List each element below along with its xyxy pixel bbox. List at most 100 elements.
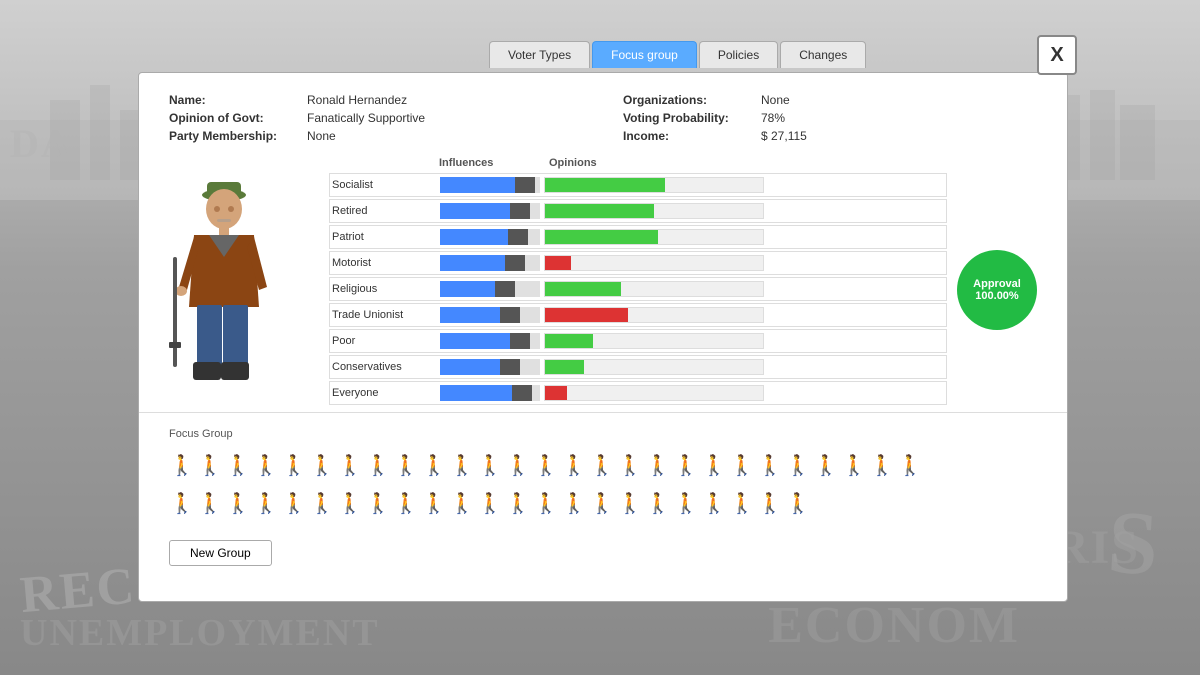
person-figure: 🚶	[169, 486, 195, 522]
person-figure: 🚶	[393, 448, 419, 484]
focus-group-label: Focus Group	[169, 428, 1037, 440]
row-label: Retired	[330, 205, 440, 217]
person-figure: 🚶	[253, 486, 279, 522]
person-figure: 🚶	[869, 448, 895, 484]
approval-label: Approval	[973, 278, 1021, 290]
person-figure: 🚶	[253, 448, 279, 484]
tab-changes[interactable]: Changes	[780, 41, 866, 68]
person-figure: 🚶	[673, 448, 699, 484]
person-figure: 🚶	[169, 448, 195, 484]
person-figure: 🚶	[533, 448, 559, 484]
info-section: Name: Ronald Hernandez Opinion of Govt: …	[139, 73, 1067, 157]
close-button[interactable]: X	[1037, 35, 1077, 75]
tab-policies[interactable]: Policies	[699, 41, 778, 68]
influence-bar	[440, 359, 540, 375]
person-figure: 🚶	[393, 486, 419, 522]
person-figure: 🚶	[505, 486, 531, 522]
person-figure: 🚶	[337, 448, 363, 484]
person-figure: 🚶	[645, 486, 671, 522]
person-figure: 🚶	[617, 448, 643, 484]
row-label: Everyone	[330, 387, 440, 399]
person-figure: 🚶	[813, 448, 839, 484]
col-opinions: Opinions	[549, 157, 659, 169]
influence-bar	[440, 203, 540, 219]
influence-bar	[440, 333, 540, 349]
table-row: Motorist	[329, 251, 947, 275]
character-area	[159, 157, 309, 407]
tab-voter-types[interactable]: Voter Types	[489, 41, 590, 68]
table-section: Influences Opinions Socialist Retired Patr…	[319, 157, 1047, 407]
rows-and-approval: Socialist Retired Patriot Motorist Religious…	[329, 173, 1037, 407]
table-row: Conservatives	[329, 355, 947, 379]
income-value: $ 27,115	[761, 129, 807, 143]
person-figure: 🚶	[197, 448, 223, 484]
org-value: None	[761, 93, 790, 107]
row-label: Conservatives	[330, 361, 440, 373]
person-figure: 🚶	[673, 486, 699, 522]
party-label: Party Membership:	[169, 129, 299, 143]
table-row: Everyone	[329, 381, 947, 405]
row-label: Socialist	[330, 179, 440, 191]
table-headers: Influences Opinions	[329, 157, 1037, 169]
opinion-value: Fanatically Supportive	[307, 111, 425, 125]
opinion-bar	[544, 255, 764, 271]
row-label: Patriot	[330, 231, 440, 243]
opinion-bar	[544, 203, 764, 219]
person-figure: 🚶	[561, 486, 587, 522]
person-figure: 🚶	[757, 448, 783, 484]
voting-value: 78%	[761, 111, 785, 125]
divider	[139, 412, 1067, 413]
person-figure: 🚶	[729, 486, 755, 522]
person-figure: 🚶	[617, 486, 643, 522]
newspaper-unemployment: UNEMPLOYMENT	[20, 611, 380, 655]
person-figure: 🚶	[701, 448, 727, 484]
table-row: Religious	[329, 277, 947, 301]
table-row: Trade Unionist	[329, 303, 947, 327]
rows-container: Socialist Retired Patriot Motorist Religious…	[329, 173, 947, 407]
influence-bar	[440, 281, 540, 297]
influence-bar	[440, 229, 540, 245]
opinion-bar	[544, 229, 764, 245]
person-figure: 🚶	[645, 448, 671, 484]
person-figure: 🚶	[337, 486, 363, 522]
person-figure: 🚶	[505, 448, 531, 484]
person-figure: 🚶	[477, 486, 503, 522]
person-figure: 🚶	[561, 448, 587, 484]
person-figure: 🚶	[365, 448, 391, 484]
row-label: Religious	[330, 283, 440, 295]
table-row: Socialist	[329, 173, 947, 197]
person-figure: 🚶	[309, 448, 335, 484]
person-figure: 🚶	[757, 486, 783, 522]
opinion-bar	[544, 359, 764, 375]
person-figure: 🚶	[841, 448, 867, 484]
person-figure: 🚶	[309, 486, 335, 522]
person-figure: 🚶	[281, 448, 307, 484]
party-value: None	[307, 129, 336, 143]
influence-bar	[440, 177, 540, 193]
row-label: Motorist	[330, 257, 440, 269]
table-row: Patriot	[329, 225, 947, 249]
voting-label: Voting Probability:	[623, 111, 753, 125]
person-figure: 🚶	[729, 448, 755, 484]
person-figure: 🚶	[421, 486, 447, 522]
col-influences: Influences	[439, 157, 549, 169]
new-group-button[interactable]: New Group	[169, 540, 272, 566]
newspaper-da: DA	[10, 120, 72, 167]
row-label: Trade Unionist	[330, 309, 440, 321]
name-value: Ronald Hernandez	[307, 93, 407, 107]
person-figure: 🚶	[197, 486, 223, 522]
opinion-bar	[544, 281, 764, 297]
person-figure: 🚶	[701, 486, 727, 522]
person-figure: 🚶	[449, 486, 475, 522]
table-row: Retired	[329, 199, 947, 223]
opinion-bar	[544, 333, 764, 349]
tab-focus-group[interactable]: Focus group	[592, 41, 697, 68]
character-figure	[159, 157, 289, 387]
influence-bar	[440, 307, 540, 323]
person-figure: 🚶	[225, 486, 251, 522]
influence-bar	[440, 255, 540, 271]
main-dialog: Voter Types Focus group Policies Changes…	[138, 72, 1068, 602]
opinion-bar	[544, 307, 764, 323]
person-figure: 🚶	[785, 448, 811, 484]
newspaper-econom: ECONOM	[768, 596, 1020, 655]
